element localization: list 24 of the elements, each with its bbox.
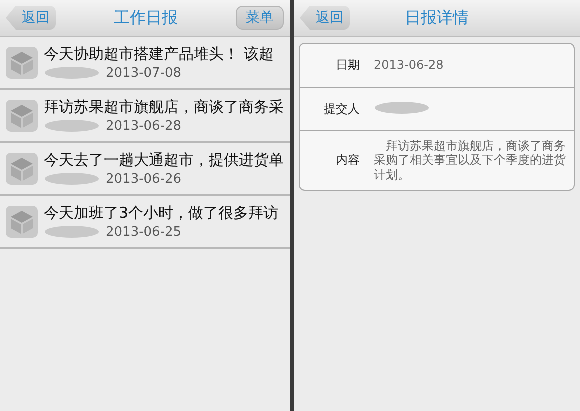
box-icon — [6, 100, 38, 132]
blurred-name — [44, 119, 100, 133]
field-label: 提交人 — [323, 100, 360, 118]
field-value: 2013-06-28 — [374, 58, 445, 73]
blurred-name — [44, 66, 100, 80]
screen-title: 日报详情 — [405, 8, 469, 28]
report-date: 2013-06-28 — [106, 118, 182, 134]
box-icon — [6, 152, 38, 184]
report-summary[interactable]: 今天加班了3个小时，做了很多拜访 — [44, 204, 279, 222]
report-summary[interactable]: 今天协助超市搭建产品堆头！ 该超 — [44, 44, 274, 64]
blurred-name — [44, 225, 100, 239]
screen-title: 工作日报 — [114, 8, 178, 28]
report-summary[interactable]: 今天去了一趟大通超市，提供进货单 — [44, 150, 284, 170]
blurred-name — [374, 100, 430, 114]
report-date: 2013-06-25 — [106, 224, 182, 240]
field-label: 内容 — [335, 152, 360, 170]
field-value: 拜访苏果超市旗舰店，商谈了商务采购了相关事宜以及下个季度的进货计划。 — [374, 139, 566, 182]
blurred-name — [44, 172, 100, 186]
box-icon — [6, 46, 38, 78]
report-summary[interactable]: 拜访苏果超市旗舰店，商谈了商务采 — [44, 98, 284, 116]
report-date: 2013-06-26 — [106, 172, 182, 186]
box-icon — [6, 206, 38, 238]
report-date: 2013-07-08 — [106, 66, 182, 80]
field-label: 日期 — [335, 57, 360, 74]
